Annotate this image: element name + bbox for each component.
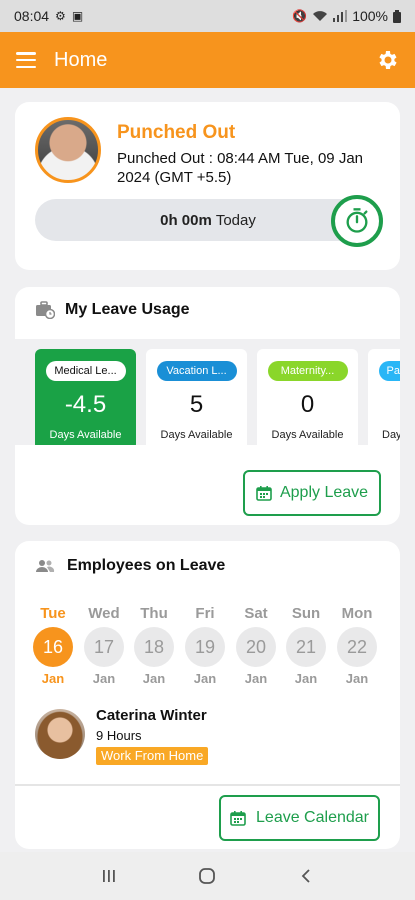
- app-status-icon: ▣: [71, 9, 84, 23]
- day-date: 22: [337, 627, 377, 667]
- day-month: Jan: [142, 671, 166, 686]
- leave-tiles-scroller[interactable]: Medical Le... -4.5 Days Available Vacati…: [15, 339, 400, 445]
- day-month: Jan: [345, 671, 369, 686]
- date-selector: Tue 16 Jan Wed 17 Jan Thu 18 Jan Fri 19 …: [31, 605, 383, 686]
- apply-leave-button[interactable]: Apply Leave: [243, 470, 381, 516]
- menu-icon[interactable]: [16, 52, 36, 68]
- employee-avatar: [35, 709, 85, 759]
- leave-tile-medical[interactable]: Medical Le... -4.5 Days Available: [35, 349, 136, 445]
- leave-days-caption: Days Available: [49, 429, 122, 441]
- employee-leave-item[interactable]: Caterina Winter 9 Hours Work From Home: [35, 707, 380, 767]
- mute-icon: 🔇: [292, 9, 308, 23]
- wifi-icon: [313, 11, 328, 21]
- recent-apps-button[interactable]: [89, 861, 129, 891]
- calendar-icon: [256, 486, 272, 501]
- system-nav-bar: [0, 852, 415, 900]
- battery-icon: [393, 9, 401, 23]
- leave-calendar-button[interactable]: Leave Calendar: [219, 795, 380, 841]
- day-thu-18[interactable]: Thu 18 Jan: [132, 605, 176, 686]
- recent-apps-icon: [103, 870, 115, 882]
- day-of-week: Sun: [291, 605, 321, 622]
- day-wed-17[interactable]: Wed 17 Jan: [82, 605, 126, 686]
- leave-days-caption: Days Available: [160, 429, 233, 441]
- worked-duration: 0h 00m: [160, 211, 212, 229]
- punch-button[interactable]: [331, 195, 383, 247]
- apply-leave-label: Apply Leave: [279, 484, 369, 501]
- calendar-icon: [230, 811, 246, 826]
- employees-title: Employees on Leave: [67, 557, 226, 574]
- briefcase-clock-icon: [36, 301, 55, 319]
- home-button[interactable]: [187, 861, 227, 891]
- day-tue-16[interactable]: Tue 16 Jan: [31, 605, 75, 686]
- worked-period: Today: [215, 211, 256, 229]
- day-date: 16: [33, 627, 73, 667]
- day-fri-19[interactable]: Fri 19 Jan: [183, 605, 227, 686]
- punch-status-title: Punched Out: [117, 122, 236, 143]
- leave-type-pill: Maternity...: [267, 361, 348, 381]
- battery-text: 100%: [352, 8, 388, 24]
- leave-tile-maternity[interactable]: Maternity... 0 Days Available: [257, 349, 358, 445]
- day-date: 18: [134, 627, 174, 667]
- leave-days-caption: Days Available: [271, 429, 344, 441]
- day-month: Jan: [244, 671, 268, 686]
- punch-card: Punched Out Punched Out : 08:44 AM Tue, …: [15, 102, 400, 270]
- leave-type-pill: Pa: [378, 361, 400, 381]
- day-date: 19: [185, 627, 225, 667]
- day-sun-21[interactable]: Sun 21 Jan: [284, 605, 328, 686]
- day-mon-22[interactable]: Mon 22 Jan: [335, 605, 379, 686]
- leave-usage-card: My Leave Usage Medical Le... -4.5 Days A…: [15, 287, 400, 525]
- gear-icon[interactable]: [375, 48, 399, 72]
- leave-days-value: -4.5: [64, 391, 107, 418]
- leave-type-badge: Work From Home: [96, 747, 209, 765]
- leave-type-pill: Vacation L...: [156, 361, 237, 381]
- day-of-week: Thu: [140, 605, 168, 622]
- status-bar: 08:04 ⚙ ▣ 🔇 100%: [0, 0, 415, 32]
- employee-hours: 9 Hours: [96, 728, 142, 743]
- leave-usage-header: My Leave Usage: [35, 301, 190, 319]
- day-of-week: Tue: [40, 605, 66, 622]
- user-avatar[interactable]: [35, 117, 101, 183]
- day-date: 21: [286, 627, 326, 667]
- day-date: 17: [84, 627, 124, 667]
- day-of-week: Wed: [88, 605, 120, 622]
- leave-usage-title: My Leave Usage: [65, 301, 190, 318]
- back-button[interactable]: [286, 861, 326, 891]
- back-icon: [301, 869, 310, 883]
- leave-days-value: 0: [300, 391, 315, 418]
- employees-on-leave-card: Employees on Leave Tue 16 Jan Wed 17 Jan…: [15, 541, 400, 849]
- page-title: Home: [54, 48, 108, 71]
- day-month: Jan: [294, 671, 318, 686]
- leave-calendar-label: Leave Calendar: [256, 809, 369, 826]
- leave-days-caption: Day: [382, 429, 400, 441]
- settings-status-icon: ⚙: [55, 9, 66, 23]
- status-time: 08:04: [14, 8, 50, 24]
- day-month: Jan: [193, 671, 217, 686]
- day-of-week: Mon: [341, 605, 373, 622]
- day-of-week: Fri: [195, 605, 215, 622]
- people-icon: [36, 560, 55, 572]
- punch-status-detail: Punched Out : 08:44 AM Tue, 09 Jan 2024 …: [117, 150, 363, 186]
- day-of-week: Sat: [244, 605, 268, 622]
- day-date: 20: [236, 627, 276, 667]
- leave-tile-vacation[interactable]: Vacation L... 5 Days Available: [146, 349, 247, 445]
- stopwatch-icon: [346, 208, 368, 233]
- day-sat-20[interactable]: Sat 20 Jan: [234, 605, 278, 686]
- divider: [15, 784, 400, 786]
- employee-name: Caterina Winter: [96, 707, 207, 724]
- worked-time-bar: 0h 00m Today: [35, 199, 381, 241]
- signal-icon: [333, 10, 348, 22]
- leave-tile-partial[interactable]: Pa Day: [368, 349, 400, 445]
- home-icon: [199, 868, 216, 884]
- app-bar: Home: [0, 32, 415, 88]
- day-month: Jan: [92, 671, 116, 686]
- day-month: Jan: [41, 671, 65, 686]
- employees-header: Employees on Leave: [35, 557, 225, 575]
- leave-type-pill: Medical Le...: [45, 361, 126, 381]
- leave-days-value: 5: [189, 391, 204, 418]
